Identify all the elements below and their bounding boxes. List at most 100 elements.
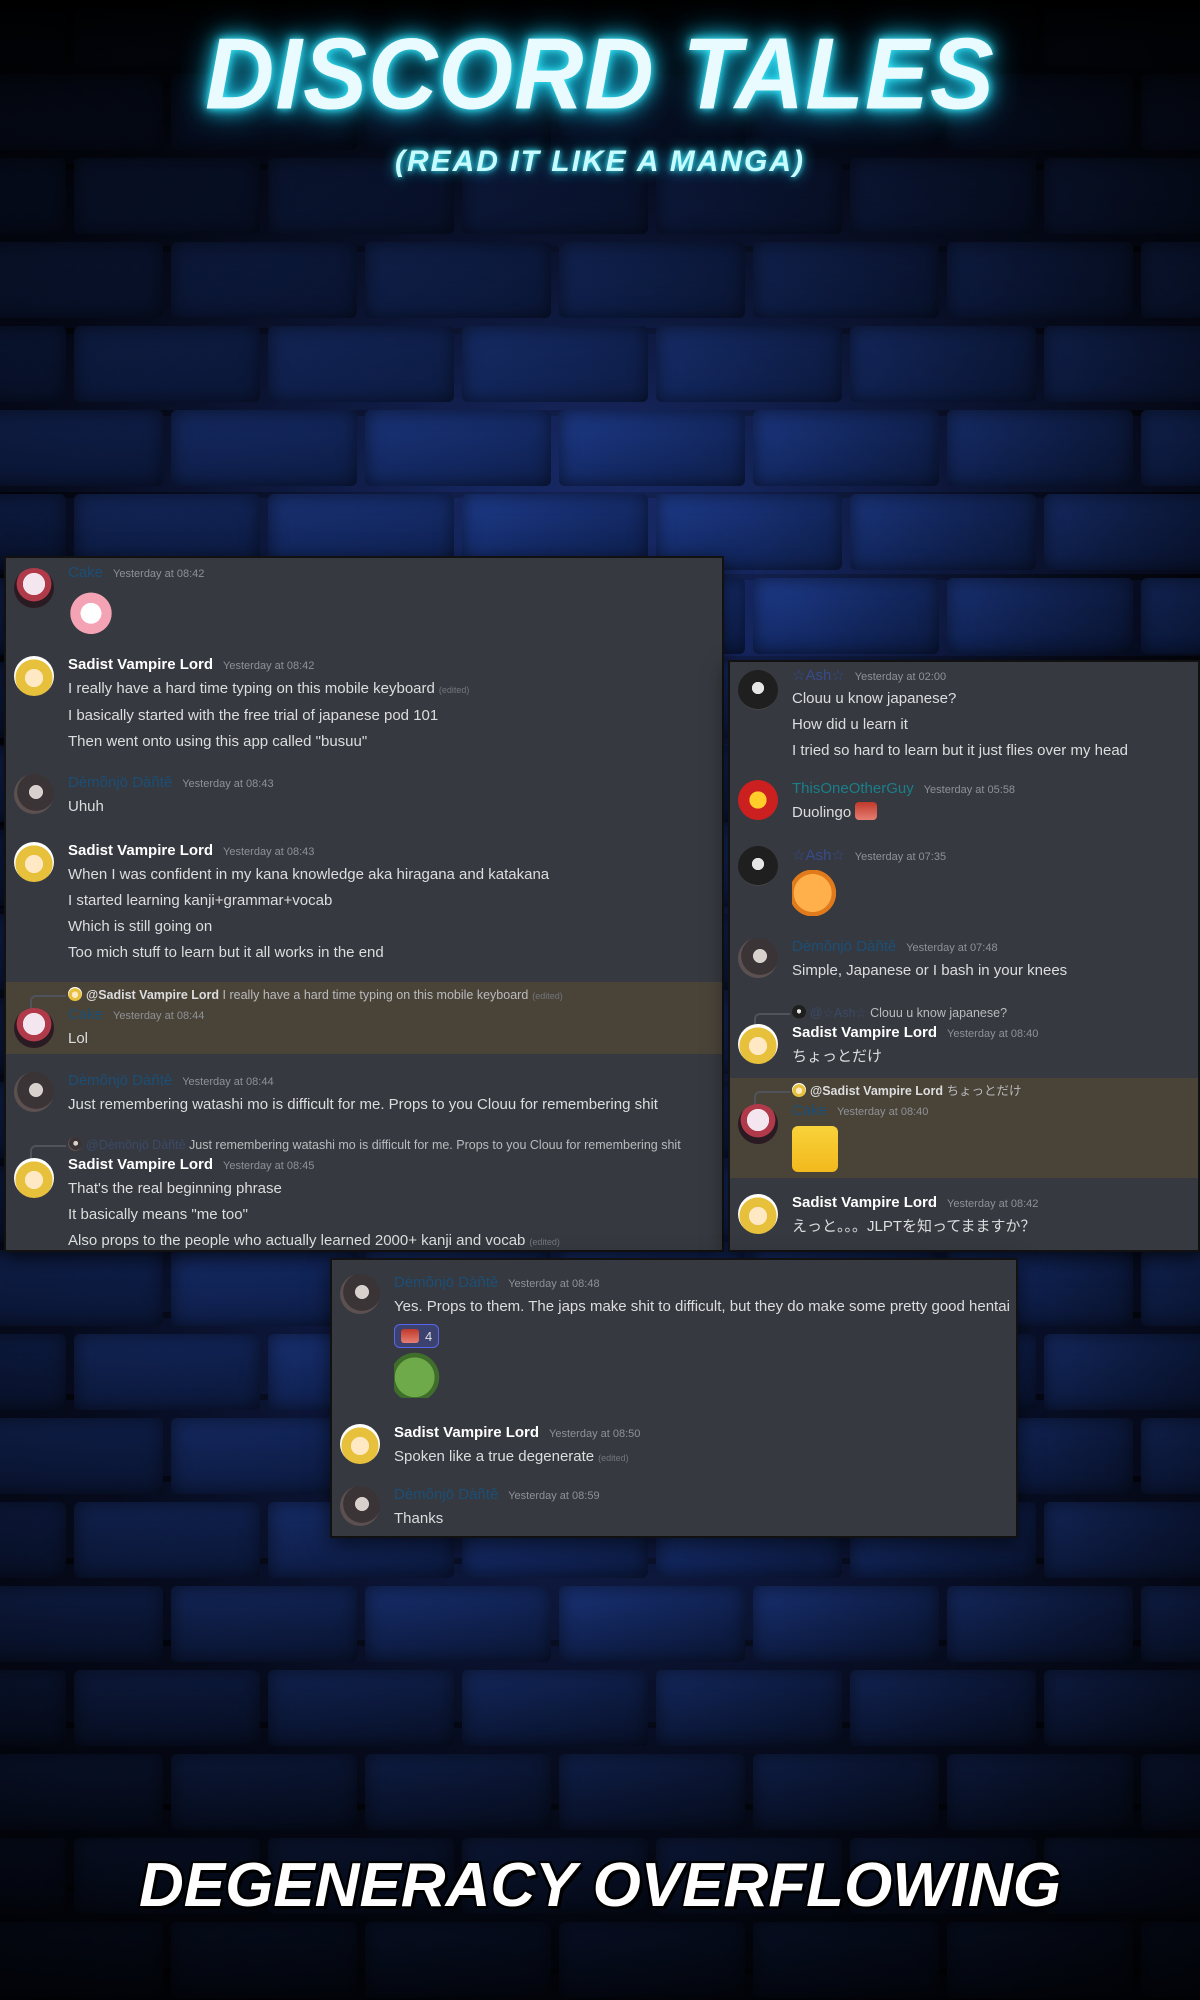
chat-panel-bottom: Dèmõnjö Dàñtê Yesterday at 08:48 Yes. Pro… [330, 1258, 1018, 1538]
avatar[interactable] [738, 1194, 778, 1234]
message: ☆Ash☆ Yesterday at 02:00 Clouu u know jap… [730, 666, 1198, 774]
timestamp: Yesterday at 08:42 [947, 1198, 1039, 1210]
chat-panel-left: Cake Yesterday at 08:42 Sadist Vampire Lo… [4, 556, 724, 1252]
timestamp: Yesterday at 02:00 [854, 671, 947, 683]
edited-tag: (edited) [438, 685, 470, 695]
edited-tag: (edited) [529, 1237, 560, 1247]
message: Cake Yesterday at 08:42 [6, 564, 722, 650]
timestamp: Yesterday at 08:48 [508, 1278, 600, 1290]
avatar[interactable] [14, 842, 54, 882]
avatar[interactable] [738, 846, 778, 886]
author-name[interactable]: Sadist Vampire Lord [68, 1156, 213, 1173]
timestamp: Yesterday at 08:40 [837, 1106, 929, 1118]
author-name[interactable]: Dèmõnjö Dàñtê [68, 774, 172, 791]
message-line: I basically started with the free trial … [68, 707, 439, 724]
author-name[interactable]: Cake [68, 564, 103, 581]
avatar[interactable] [738, 938, 778, 978]
message: Sadist Vampire Lord Yesterday at 08:43 Wh… [6, 842, 722, 982]
author-name[interactable]: Sadist Vampire Lord [792, 1194, 937, 1211]
author-name[interactable]: Cake [792, 1102, 827, 1119]
author-name[interactable]: Sadist Vampire Lord [394, 1424, 539, 1441]
reply-preview[interactable]: @Dèmõnjö Dàñtê Just remembering watashi … [30, 1134, 722, 1161]
message-line: えっと。。。JLPTを知ってまますか？ [792, 1218, 1036, 1235]
message-line: Then went onto using this app called "bu… [68, 733, 368, 750]
author-name[interactable]: ThisOneOtherGuy [792, 780, 914, 797]
message-highlighted: @Sadist Vampire Lord ちょっとだけ Cake Yesterda… [730, 1078, 1198, 1178]
avatar[interactable] [738, 780, 778, 820]
message: Dèmõnjö Dàñtê Yesterday at 08:44 Just rem… [6, 1072, 722, 1128]
message: @☆Ash☆ Clouu u know japanese? Sadist Vam… [730, 1002, 1198, 1078]
avatar[interactable] [14, 1072, 54, 1112]
author-name[interactable]: Cake [68, 1006, 103, 1023]
avatar[interactable] [14, 1158, 54, 1198]
avatar[interactable] [738, 1024, 778, 1064]
reaction-emoji-icon [401, 1329, 419, 1343]
author-name[interactable]: Sadist Vampire Lord [68, 656, 213, 673]
author-name[interactable]: Dèmõnjö Dàñtê [394, 1486, 498, 1503]
message-line: Uhuh [68, 798, 104, 815]
timestamp: Yesterday at 08:45 [223, 1160, 315, 1172]
avatar[interactable] [340, 1424, 380, 1464]
reply-avatar [68, 987, 82, 1001]
message-line: Just remembering watashi mo is difficult… [68, 1096, 658, 1113]
avatar[interactable] [14, 774, 54, 814]
message-line: Yes. Props to them. The japs make shit t… [394, 1298, 1010, 1315]
cat-sticker [68, 588, 114, 634]
timestamp: Yesterday at 07:35 [854, 851, 947, 863]
message-line: That's the real beginning phrase [68, 1180, 282, 1197]
reaction-count: 4 [425, 1328, 433, 1344]
message-line: It basically means "me too" [68, 1206, 248, 1223]
message: Sadist Vampire Lord Yesterday at 08:50 Sp… [332, 1424, 1016, 1480]
emoji-icon [855, 802, 878, 820]
message-line: Too mich stuff to learn but it all works… [68, 944, 384, 961]
reply-preview[interactable]: @Sadist Vampire Lord ちょっとだけ [754, 1080, 1198, 1107]
page-title: DISCORD TALES [205, 18, 995, 131]
avatar[interactable] [14, 1008, 54, 1048]
page-subtitle: (READ IT LIKE A MANGA) [394, 145, 806, 178]
avatar[interactable] [14, 656, 54, 696]
author-name[interactable]: ☆Ash☆ [792, 846, 845, 864]
message: Dèmõnjö Dàñtê Yesterday at 08:48 Yes. Pro… [332, 1274, 1016, 1412]
pufferfish-sticker [792, 870, 838, 916]
timestamp: Yesterday at 08:42 [113, 568, 205, 580]
message-line: Lol [68, 1030, 89, 1047]
author-name[interactable]: Sadist Vampire Lord [792, 1024, 937, 1041]
pikachu-sticker [792, 1126, 838, 1172]
message-line: Duolingo [792, 800, 1198, 826]
message-line: Clouu u know japanese? [792, 690, 957, 707]
author-name[interactable]: Sadist Vampire Lord [68, 842, 213, 859]
reaction-button[interactable]: 4 [394, 1324, 440, 1348]
avatar[interactable] [340, 1274, 380, 1314]
message-line: How did u learn it [792, 716, 908, 733]
author-name[interactable]: ☆Ash☆ [792, 666, 845, 684]
message: Dèmõnjö Dàñtê Yesterday at 08:59 Thanks [332, 1486, 1016, 1536]
author-name[interactable]: Dèmõnjö Dàñtê [792, 938, 896, 955]
reply-avatar [68, 1137, 82, 1151]
avatar[interactable] [340, 1486, 380, 1526]
reply-preview[interactable]: @Sadist Vampire Lord I really have a har… [30, 984, 722, 1011]
message: Sadist Vampire Lord Yesterday at 08:42 I … [6, 656, 722, 768]
author-name[interactable]: Dèmõnjö Dàñtê [394, 1274, 498, 1291]
timestamp: Yesterday at 08:50 [549, 1428, 641, 1440]
timestamp: Yesterday at 08:44 [113, 1010, 205, 1022]
message-line: Simple, Japanese or I bash in your knees [792, 962, 1068, 979]
timestamp: Yesterday at 05:58 [923, 784, 1016, 796]
footer-caption: DEGENERACY OVERFLOWING [138, 1851, 1062, 1920]
avatar[interactable] [738, 670, 778, 710]
message-line: I tried so hard to learn but it just fli… [792, 742, 1128, 759]
message-line: When I was confident in my kana knowledg… [68, 866, 550, 883]
message-line: ちょっとだけ [792, 1048, 883, 1065]
message-line: Which is still going on [68, 918, 213, 935]
message-line: I started learning kanji+grammar+vocab [68, 892, 333, 909]
timestamp: Yesterday at 08:42 [223, 660, 315, 672]
message-line: I really have a hard time typing on this… [68, 680, 470, 697]
timestamp: Yesterday at 08:44 [182, 1076, 274, 1088]
avatar[interactable] [738, 1104, 778, 1144]
frog-sticker [394, 1352, 440, 1398]
author-name[interactable]: Dèmõnjö Dàñtê [68, 1072, 172, 1089]
avatar[interactable] [14, 568, 54, 608]
timestamp: Yesterday at 08:43 [223, 846, 315, 858]
reply-preview[interactable]: @☆Ash☆ Clouu u know japanese? [754, 1002, 1198, 1029]
message: ☆Ash☆ Yesterday at 07:35 [730, 846, 1198, 930]
message: Dèmõnjö Dàñtê Yesterday at 08:43 Uhuh [6, 774, 722, 836]
